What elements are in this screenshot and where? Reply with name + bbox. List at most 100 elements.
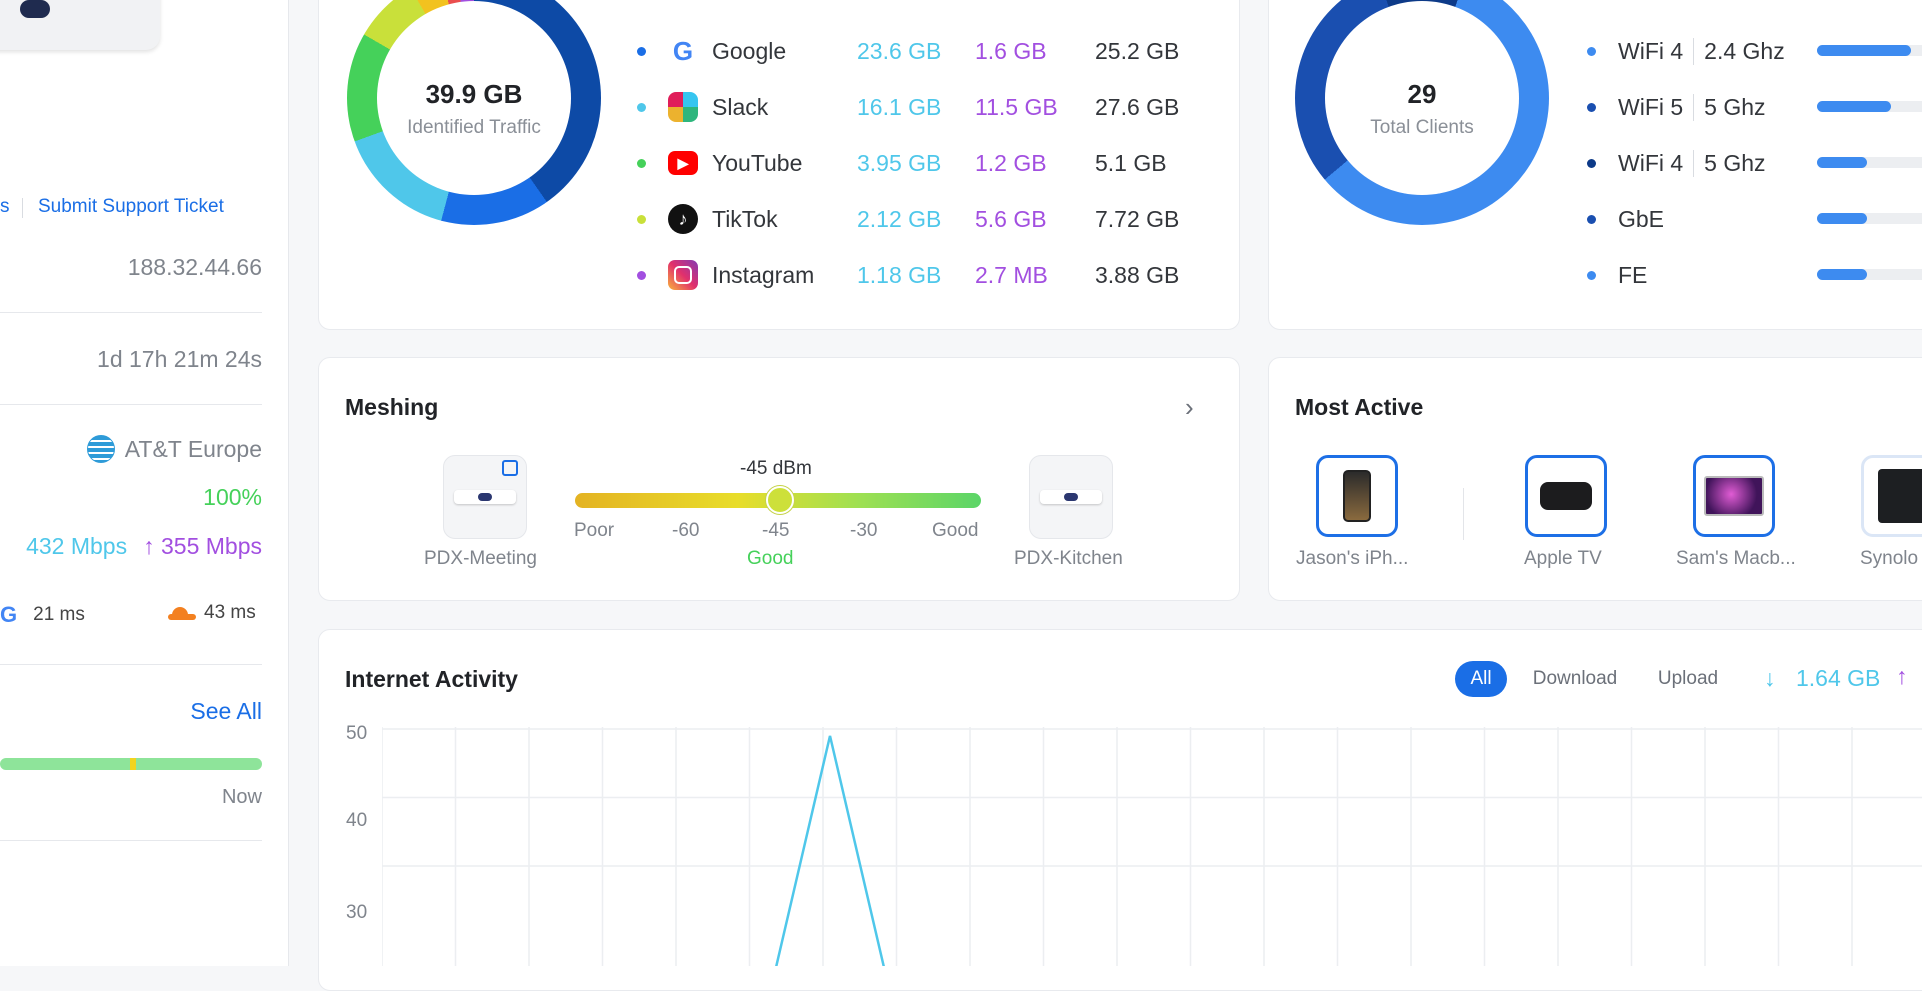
series-dot [637,102,646,112]
client-bar [1817,101,1922,112]
client-tile-macbook[interactable] [1693,455,1775,537]
upload-arrow-icon: ↑ [1896,663,1908,689]
series-dot [637,158,646,168]
divider [1463,488,1464,540]
app-name: Slack [712,93,769,120]
uptime-value: 1d 17h 21m 24s [97,346,262,372]
app-name: TikTok [712,205,778,232]
signal-scale-good: Good [932,520,979,541]
traffic-donut-chart: 39.9 GB Identified Traffic [347,0,601,225]
app-upload: 1.2 GB [975,149,1047,176]
client-type-row[interactable]: FE [1587,255,1647,295]
gateway-device-icon [454,490,516,504]
submit-support-ticket-link[interactable]: Submit Support Ticket [38,196,224,218]
mesh-node-left[interactable] [443,455,527,539]
app-download: 2.12 GB [857,205,942,232]
client-bar-fill [1817,213,1868,224]
app-upload: 2.7 MB [975,261,1048,288]
client-type-row[interactable]: WiFi 4 5 Ghz [1587,143,1766,183]
gateway-device-image [0,0,160,50]
upload-arrow-icon: ↑ [143,533,155,559]
clients-card: 29 Total Clients WiFi 4 2.4 Ghz WiFi 5 5… [1268,0,1922,330]
download-arrow-icon: ↓ [1764,665,1776,691]
timeline-now-label: Now [221,786,262,808]
link-divider [22,198,23,218]
client-bar-fill [1817,157,1868,168]
filter-all-button[interactable]: All [1455,661,1507,697]
att-logo-icon [86,435,115,463]
client-bar-fill [1817,101,1892,112]
apps-card: 39.9 GB Identified Traffic G Google 23.6… [318,0,1240,330]
uplink-badge-icon [502,460,518,476]
client-bar [1817,157,1922,168]
apple-tv-icon [1540,482,1592,510]
instagram-icon [668,260,698,290]
client-type-row[interactable]: GbE [1587,199,1664,239]
series-dot [1587,158,1596,168]
client-tile-iphone[interactable] [1316,455,1398,537]
signal-scale-30: -30 [850,520,878,541]
app-total: 25.2 GB [1095,37,1180,64]
uptime-timeline-bar [0,758,262,770]
app-total: 5.1 GB [1095,149,1167,176]
signal-quality: Good [747,548,794,569]
access-point-device-icon [1040,490,1102,504]
docs-link[interactable]: s [0,196,10,218]
latency-google-value: 21 ms [33,604,85,625]
series-dot [1587,102,1596,112]
client-bar [1817,45,1922,56]
app-upload: 5.6 GB [975,205,1047,232]
see-all-link[interactable]: See All [190,698,262,725]
mesh-node-right[interactable] [1029,455,1113,539]
client-type: FE [1618,261,1648,288]
device-screen-icon [20,0,50,18]
tiktok-icon: ♪ [668,204,698,234]
app-name: Instagram [712,261,815,288]
app-name: Google [712,37,787,64]
most-active-title: Most Active [1295,394,1424,420]
total-clients-value: 29 [1407,79,1437,109]
chevron-right-icon[interactable]: › [1185,392,1194,423]
filter-download-button[interactable]: Download [1520,661,1630,697]
google-icon: G [0,602,18,627]
youtube-icon: ▶ [668,151,698,175]
identified-traffic-value: 39.9 GB [425,79,523,109]
activity-series-line [775,735,885,966]
client-tile-apple-tv[interactable] [1525,455,1607,537]
client-band: 5 Ghz [1693,93,1766,121]
client-band: 2.4 Ghz [1693,37,1785,65]
client-name: Sam's Macb... [1676,548,1796,569]
app-total: 27.6 GB [1095,93,1180,120]
signal-scale-45: -45 [762,520,790,541]
app-download: 23.6 GB [857,37,942,64]
y-tick-label: 30 [346,902,368,923]
client-type-row[interactable]: WiFi 5 5 Ghz [1587,87,1766,127]
client-name: Apple TV [1524,548,1602,569]
y-tick-label: 40 [346,810,368,831]
app-total: 3.88 GB [1095,261,1180,288]
client-name: Jason's iPh... [1296,548,1409,569]
nas-icon [1878,469,1922,523]
health-percent: 100% [203,484,262,510]
iphone-icon [1343,470,1371,522]
series-dot [637,270,646,280]
client-band: 5 Ghz [1693,149,1766,177]
client-type-row[interactable]: WiFi 4 2.4 Ghz [1587,31,1785,71]
timeline-event-marker[interactable] [130,758,136,770]
divider [0,664,262,665]
client-name: Synolo [1860,548,1919,569]
y-tick-label: 50 [346,723,368,744]
client-tile-nas[interactable] [1861,455,1922,537]
filter-upload-button[interactable]: Upload [1646,661,1730,697]
macbook-icon [1704,476,1764,516]
mesh-node-left-label: PDX-Meeting [424,548,537,569]
google-icon: G [672,35,694,66]
slack-icon [668,92,698,122]
series-dot [1587,46,1596,56]
internet-activity-title: Internet Activity [345,666,518,692]
latency-cloudflare-value: 43 ms [204,602,256,623]
app-total: 7.72 GB [1095,205,1180,232]
signal-strength-knob[interactable] [766,486,794,514]
divider [0,840,262,841]
upload-speed: 355 Mbps [160,533,262,559]
